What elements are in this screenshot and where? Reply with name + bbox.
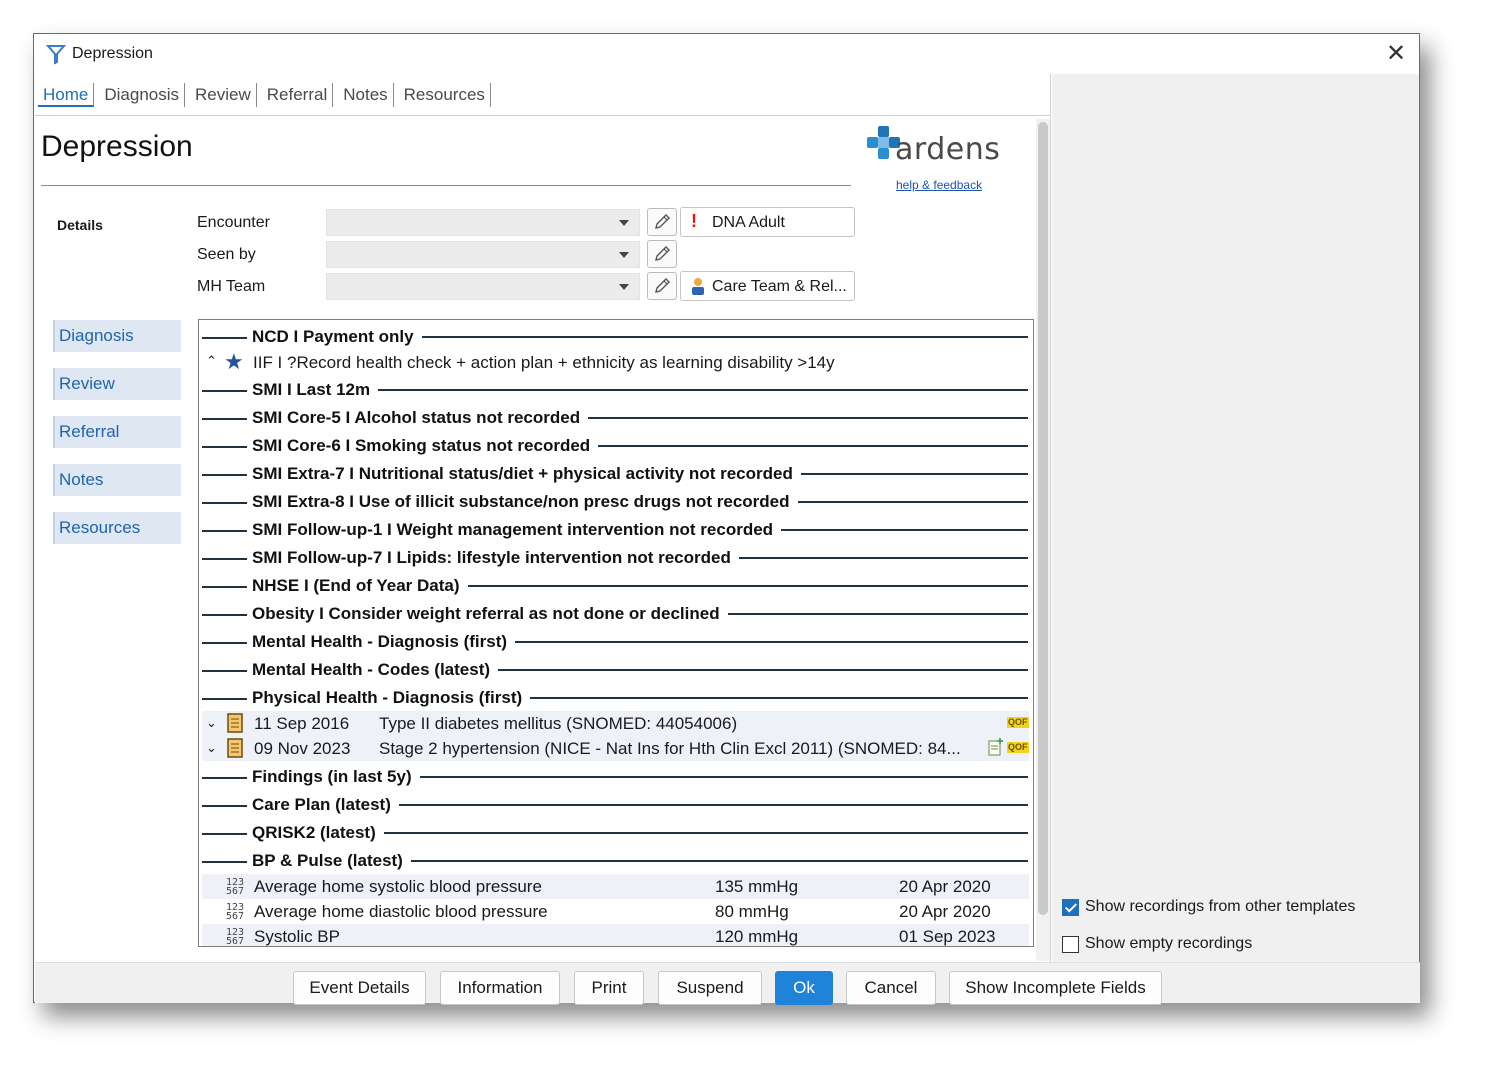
dna-adult-button[interactable]: ! DNA Adult <box>680 207 855 237</box>
section-header: NHSE I (End of Year Data) <box>202 574 1028 598</box>
ardens-logo: ardens help & feedback <box>865 124 1005 194</box>
iif-indicator-row[interactable]: ⌃ ★ IIF I ?Record health check + action … <box>202 349 1028 374</box>
chevron-down-icon[interactable]: ⌄ <box>206 715 217 731</box>
print-button[interactable]: Print <box>574 971 644 1005</box>
numeric-value-icon: 123 567 <box>226 902 245 922</box>
title-bar: Depression ✕ <box>34 34 1419 74</box>
show-empty-recordings-option[interactable]: Show empty recordings <box>1062 935 1252 953</box>
nav-referral[interactable]: Referral <box>53 416 181 448</box>
section-header: QRISK2 (latest) <box>202 821 1028 845</box>
chevron-down-icon <box>619 252 629 258</box>
tab-review[interactable]: Review <box>190 82 257 107</box>
details-heading: Details <box>57 217 103 233</box>
seen-by-label: Seen by <box>197 246 256 263</box>
section-header: Mental Health - Diagnosis (first) <box>202 630 1028 654</box>
star-icon: ★ <box>224 349 244 374</box>
mh-team-edit-button[interactable] <box>647 272 677 300</box>
close-icon[interactable]: ✕ <box>1383 40 1409 66</box>
value-row[interactable]: 123 567 Systolic BP 120 mmHg 01 Sep 2023 <box>202 924 1029 947</box>
person-icon <box>692 278 704 295</box>
suspend-button[interactable]: Suspend <box>658 971 762 1005</box>
section-header: Physical Health - Diagnosis (first) <box>202 686 1028 710</box>
event-details-button[interactable]: Event Details <box>293 971 426 1005</box>
recordings-list: NCD I Payment only ⌃ ★ IIF I ?Record hea… <box>198 319 1034 947</box>
record-row[interactable]: ⌄ 11 Sep 2016 Type II diabetes mellitus … <box>202 711 1029 736</box>
button-bar: Event Details Information Print Suspend … <box>35 962 1420 1005</box>
section-header: SMI Extra-7 I Nutritional status/diet + … <box>202 462 1028 486</box>
numeric-value-icon: 123 567 <box>226 927 245 947</box>
care-team-button[interactable]: Care Team & Rel... <box>680 271 855 301</box>
section-header: SMI Extra-8 I Use of illicit substance/n… <box>202 490 1028 514</box>
app-logo-icon <box>46 45 66 65</box>
exclamation-icon: ! <box>691 211 697 231</box>
section-header: SMI Core-6 I Smoking status not recorded <box>202 434 1028 458</box>
section-header: SMI Core-5 I Alcohol status not recorded <box>202 406 1028 430</box>
encounter-dropdown[interactable] <box>326 209 640 236</box>
pencil-icon <box>655 278 670 293</box>
section-header: Mental Health - Codes (latest) <box>202 658 1028 682</box>
document-icon <box>227 738 243 758</box>
tab-resources[interactable]: Resources <box>399 82 491 107</box>
value-row[interactable]: 123 567 Average home diastolic blood pres… <box>202 899 1029 924</box>
section-header: SMI I Last 12m <box>202 378 1028 402</box>
mh-team-dropdown[interactable] <box>326 273 640 300</box>
tab-bar: Home Diagnosis Review Referral Notes Res… <box>35 74 1051 116</box>
record-row[interactable]: ⌄ 09 Nov 2023 Stage 2 hypertension (NICE… <box>202 736 1029 761</box>
seen-by-edit-button[interactable] <box>647 240 677 268</box>
window-title: Depression <box>72 45 153 62</box>
nav-diagnosis[interactable]: Diagnosis <box>53 320 181 352</box>
page-title: Depression <box>41 130 193 163</box>
chevron-down-icon <box>619 220 629 226</box>
section-header: Obesity I Consider weight referral as no… <box>202 602 1028 626</box>
options-panel: Show recordings from other templates Sho… <box>1052 74 1419 962</box>
value-row[interactable]: 123 567 Average home systolic blood press… <box>202 874 1029 899</box>
tab-referral[interactable]: Referral <box>262 82 334 107</box>
section-header: SMI Follow-up-1 I Weight management inte… <box>202 518 1028 542</box>
pencil-icon <box>655 246 670 261</box>
title-divider <box>41 185 851 186</box>
main-content: Home Diagnosis Review Referral Notes Res… <box>35 74 1051 989</box>
section-header: Care Plan (latest) <box>202 793 1028 817</box>
information-button[interactable]: Information <box>440 971 560 1005</box>
seen-by-dropdown[interactable] <box>326 241 640 268</box>
tab-home[interactable]: Home <box>38 82 95 107</box>
section-header: NCD I Payment only <box>202 325 1028 349</box>
cancel-button[interactable]: Cancel <box>846 971 936 1005</box>
vertical-scrollbar[interactable] <box>1036 119 1050 961</box>
scrollbar-thumb[interactable] <box>1038 122 1048 915</box>
qof-badge: QOF <box>1007 742 1029 753</box>
help-feedback-link[interactable]: help & feedback <box>896 178 982 192</box>
section-header: BP & Pulse (latest) <box>202 849 1028 873</box>
checkbox[interactable] <box>1062 935 1079 953</box>
show-other-templates-option[interactable]: Show recordings from other templates <box>1062 898 1355 916</box>
section-header: SMI Follow-up-7 I Lipids: lifestyle inte… <box>202 546 1028 570</box>
encounter-edit-button[interactable] <box>647 208 677 236</box>
chevron-up-icon[interactable]: ⌃ <box>206 353 217 369</box>
nav-resources[interactable]: Resources <box>53 512 181 544</box>
tab-diagnosis[interactable]: Diagnosis <box>99 82 186 107</box>
checkbox[interactable] <box>1062 898 1079 916</box>
qof-badge: QOF <box>1007 717 1029 728</box>
numeric-value-icon: 123 567 <box>226 877 245 897</box>
chevron-down-icon <box>619 284 629 290</box>
note-add-icon[interactable] <box>988 738 1004 756</box>
ardens-wordmark: ardens <box>895 132 1001 167</box>
section-header: Findings (in last 5y) <box>202 765 1028 789</box>
ok-button[interactable]: Ok <box>775 971 833 1005</box>
nav-notes[interactable]: Notes <box>53 464 181 496</box>
show-incomplete-fields-button[interactable]: Show Incomplete Fields <box>949 971 1162 1005</box>
tab-notes[interactable]: Notes <box>338 82 394 107</box>
nav-review[interactable]: Review <box>53 368 181 400</box>
pencil-icon <box>655 214 670 229</box>
mh-team-label: MH Team <box>197 278 266 295</box>
encounter-label: Encounter <box>197 214 270 231</box>
template-window: Depression ✕ Home Diagnosis Review Refer… <box>33 33 1420 1005</box>
chevron-down-icon[interactable]: ⌄ <box>206 740 217 756</box>
document-icon <box>227 713 243 733</box>
